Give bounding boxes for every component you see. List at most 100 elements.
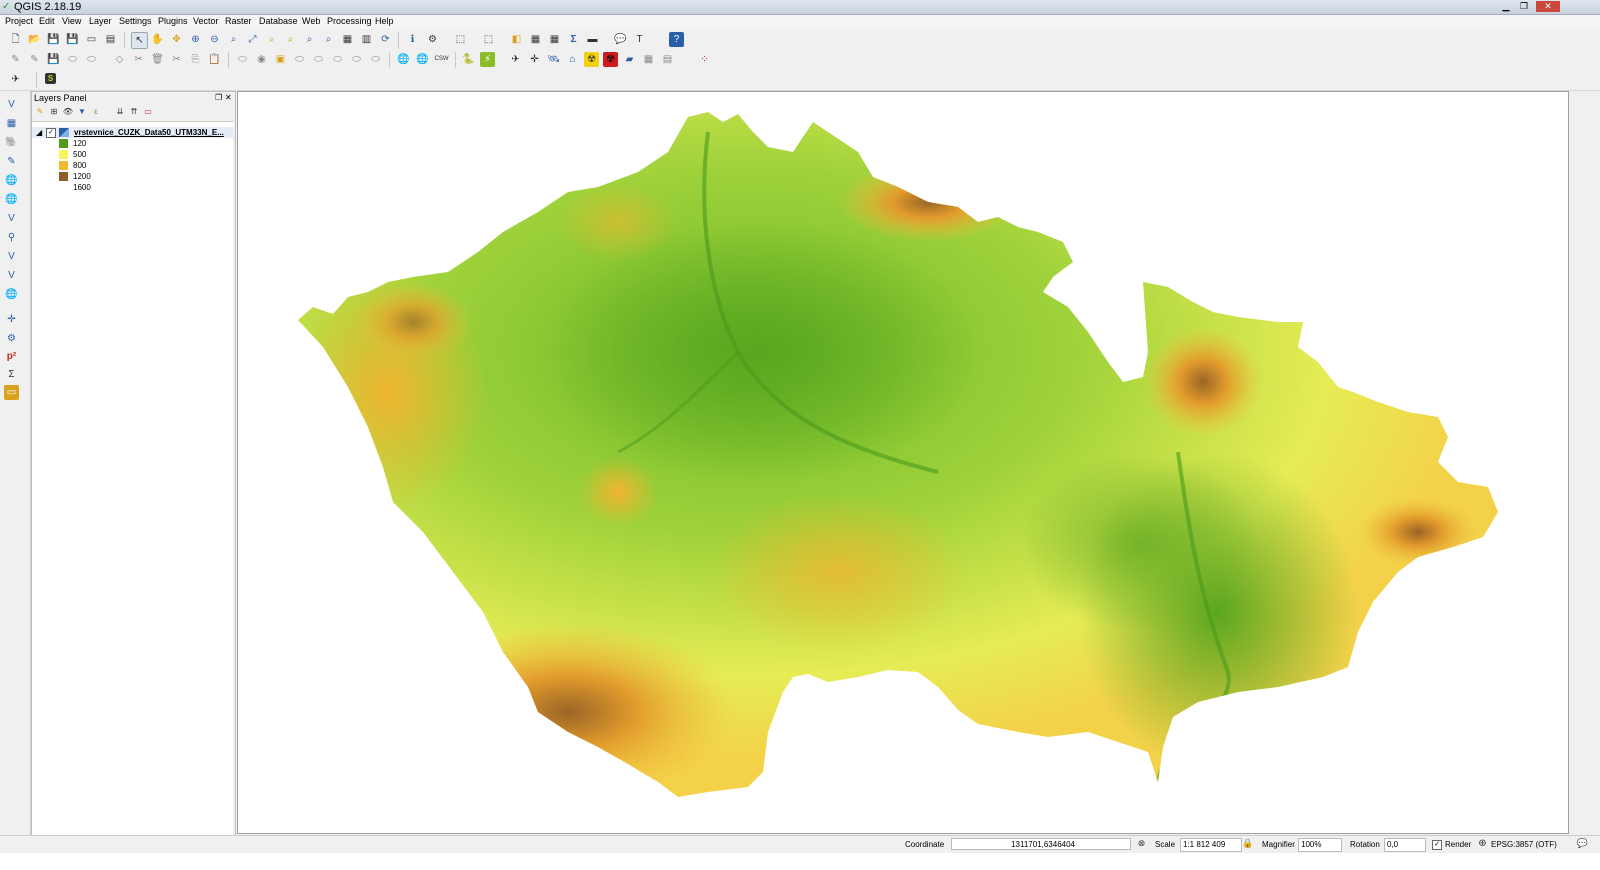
copy-icon[interactable]: ⎘ [188,52,203,67]
messages-icon[interactable]: 💬 [1576,837,1589,850]
map-canvas[interactable] [237,91,1569,834]
coordinate-field[interactable]: 1311701,6346404 [951,838,1131,850]
add-delimited-text-icon[interactable]: V [4,249,19,264]
python-icon[interactable]: 🐍 [461,52,476,67]
new-shapefile-icon[interactable]: V [4,268,19,283]
zoom-native-icon[interactable]: ⌕ [226,32,241,47]
add-vector-layer-icon[interactable]: V [4,97,19,112]
render-checkbox[interactable]: ✓ [1432,840,1442,850]
minimize-icon[interactable]: ▁ [1498,1,1514,12]
trash-icon[interactable]: 🗑 [150,52,165,67]
s-plugin-icon[interactable]: S [45,73,56,84]
add-spatialite-layer-icon[interactable]: ✎ [4,154,19,169]
menu-edit[interactable]: Edit [39,16,55,26]
composer-manager-icon[interactable]: ▤ [103,32,118,47]
collapse-arrow-icon[interactable]: ◢ [36,127,42,138]
toggle-editing-icon[interactable]: ✎ [27,52,42,67]
move-feature-icon[interactable]: ⬭ [84,52,99,67]
home-icon[interactable]: ⌂ [565,52,580,67]
new-project-icon[interactable]: 🗋 [8,32,23,47]
add-wms-icon[interactable]: 🌐 [396,52,411,67]
select-icon[interactable]: ⬚ [453,32,468,47]
menu-vector[interactable]: Vector [193,16,219,26]
add-wms-layer-icon[interactable]: 🌐 [4,173,19,188]
add-wfs-layer-icon[interactable]: V [4,211,19,226]
crs-label[interactable]: EPSG:3857 (OTF) [1491,840,1557,849]
zoom-next-icon[interactable]: ⌕ [321,32,336,47]
remove-layer-icon[interactable]: ▭ [142,106,154,118]
zoom-in-icon[interactable]: ⊕ [188,32,203,47]
new-temp-layer-icon[interactable]: 🌐 [4,287,19,302]
rotation-field[interactable]: 0,0 [1384,838,1426,852]
bookmark-icon[interactable]: ▥ [359,32,374,47]
save-as-icon[interactable]: 💾 [65,32,80,47]
edit-pencil-icon[interactable]: ✎ [8,52,23,67]
style-icon[interactable]: ✎ [34,106,46,118]
raster-tool-icon[interactable]: ▤ [660,52,675,67]
label-tool-icon[interactable]: ⬭ [235,52,250,67]
zoom-to-selection-icon[interactable]: ⌕ [264,32,279,47]
change-label-icon[interactable]: ⬭ [330,52,345,67]
expand-all-icon[interactable]: ⇊ [114,106,126,118]
menu-database[interactable]: Database [259,16,298,26]
filter-icon[interactable]: ▼ [76,106,88,118]
add-mssql-layer-icon[interactable]: ⚲ [4,230,19,245]
airplane-icon[interactable]: ✈ [508,52,523,67]
filter-expression-icon[interactable]: ε [90,106,102,118]
node-tool-icon[interactable]: ◇ [112,52,127,67]
move-label-icon[interactable]: ⬭ [292,52,307,67]
layer-name[interactable]: vrstevnice_CUZK_Data50_UTM33N_E... [74,127,224,138]
add-postgis-layer-icon[interactable]: 🐘 [4,135,19,150]
plugin-icon[interactable]: ⚡ [480,52,495,67]
field-calculator-icon[interactable]: ▦ [547,32,562,47]
layer-visibility-checkbox[interactable]: ✓ [46,128,56,138]
gps-tools-icon[interactable]: ✛ [4,312,19,327]
collapse-all-icon[interactable]: ⇈ [128,106,140,118]
show-hide-labels-icon[interactable]: ⬭ [349,52,364,67]
visibility-icon[interactable]: 👁 [62,106,74,118]
identify-icon[interactable]: ℹ [405,32,420,47]
new-map-view-icon[interactable]: ▦ [340,32,355,47]
add-wfs-icon[interactable]: 🌐 [415,52,430,67]
save-icon[interactable]: 💾 [46,32,61,47]
save-edits-icon[interactable]: 💾 [46,52,61,67]
pin-labels-icon[interactable]: ◉ [254,52,269,67]
attribute-table-icon[interactable]: ▦ [528,32,543,47]
add-feature-icon[interactable]: ⬭ [65,52,80,67]
toggle-extents-icon[interactable]: ⊗ [1135,837,1148,850]
close-panel-icon[interactable]: ✕ [225,93,232,102]
zoom-full-icon[interactable]: ⤢ [245,32,260,47]
menu-processing[interactable]: Processing [327,16,372,26]
zoom-last-icon[interactable]: ⌕ [302,32,317,47]
touch-zoom-icon[interactable]: ↖ [131,32,148,49]
layer-row[interactable]: ◢ ✓ vrstevnice_CUZK_Data50_UTM33N_E... [32,127,233,138]
zoom-out-icon[interactable]: ⊖ [207,32,222,47]
pan-to-selection-icon[interactable]: ✥ [169,32,184,47]
points-icon[interactable]: ⁘ [697,52,712,67]
satellite-icon[interactable]: 🛰 [546,52,561,67]
new-print-composer-icon[interactable]: ▭ [84,32,99,47]
cut-icon[interactable]: ✂ [169,52,184,67]
georeferencer-icon[interactable]: ⚙ [4,331,19,346]
deselect-icon[interactable]: ◧ [509,32,524,47]
paste-icon[interactable]: 📋 [207,52,222,67]
close-icon[interactable]: ✕ [1536,1,1560,12]
add-wcs-layer-icon[interactable]: 🌐 [4,192,19,207]
action-icon[interactable]: ⚙ [425,32,440,47]
menu-raster[interactable]: Raster [225,16,252,26]
measure-tool-icon[interactable]: ▭ [4,385,19,400]
magnifier-field[interactable]: 100% [1298,838,1342,852]
p2-plugin-icon[interactable]: p² [4,349,19,364]
menu-view[interactable]: View [62,16,81,26]
float-panel-icon[interactable]: ❐ [215,93,222,102]
maximize-icon[interactable]: ❐ [1516,1,1532,12]
measure-icon[interactable]: ▬ [585,32,600,47]
refresh-icon[interactable]: ⟳ [378,32,393,47]
radiation-red-icon[interactable]: ☢ [603,52,618,67]
map-tips-icon[interactable]: 💬 [613,32,628,47]
zoom-to-layer-icon[interactable]: ⌕ [283,32,298,47]
pan-icon[interactable]: ✋ [150,32,165,47]
csw-icon[interactable]: CSW [434,52,449,67]
menu-layer[interactable]: Layer [89,16,112,26]
open-project-icon[interactable]: 📂 [27,32,42,47]
